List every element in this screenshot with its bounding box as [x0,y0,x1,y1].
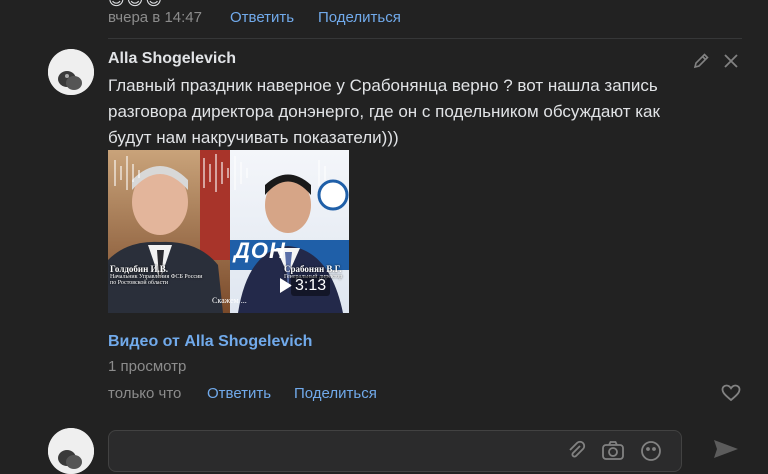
comment-author-name[interactable]: Alla Shogelevich [108,50,236,68]
comment-share-link[interactable]: Поделиться [294,385,377,402]
camera-icon[interactable] [601,440,625,465]
previous-comment-share-link[interactable]: Поделиться [318,9,401,26]
video-title-link[interactable]: Видео от Alla Shogelevich [108,333,312,351]
video-duration: 3:13 [291,276,331,296]
like-heart-icon[interactable] [721,384,741,407]
comment-reply-link[interactable]: Ответить [207,385,271,402]
comment-input[interactable] [108,430,682,472]
edit-icon[interactable] [692,52,710,75]
comment-divider [108,38,742,39]
video-left-caption: Голдобин И.В. Начальник Управления ФСБ Р… [110,264,210,286]
emoji-icon[interactable] [640,440,662,467]
previous-comment-reply-link[interactable]: Ответить [230,9,294,26]
attach-icon[interactable] [566,440,586,465]
send-icon[interactable] [712,438,740,465]
left-caption-role: Начальник Управления ФСБ России по Росто… [110,274,203,286]
comment-time[interactable]: только что [108,385,181,402]
video-logo-text: ДОН [234,238,286,263]
avatar-image [48,49,94,95]
right-caption-name: Срабонян В.Г. [284,264,342,274]
previous-comment-time[interactable]: вчера в 14:47 [108,9,202,26]
left-caption-name: Голдобин И.В. [110,264,169,274]
avatar-image [48,428,94,474]
current-user-avatar[interactable] [48,428,94,474]
video-thumbnail[interactable]: ДОН Голдобин И.В. Начальник Управления Ф… [108,150,349,313]
comment-text: Главный праздник наверное у Срабонянца в… [108,73,748,151]
close-icon[interactable] [723,53,739,74]
author-avatar[interactable] [48,49,94,95]
comment-text-line: разговора директора донэнерго, где он с … [108,102,660,121]
comment-text-line: будут нам накручивать показатели))) [108,128,399,147]
video-views: 1 просмотр [108,358,187,375]
comment-text-line: Главный праздник наверное у Срабонянца в… [108,76,658,95]
video-subtitle: Скажем ... [212,296,247,305]
